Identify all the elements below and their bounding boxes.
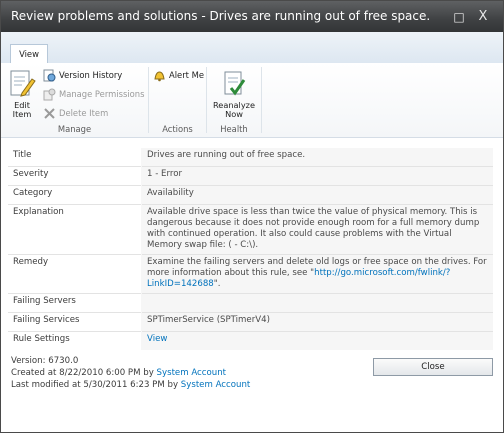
modified-line: Last modified at 5/30/2011 6:23 PM by Sy… bbox=[11, 379, 250, 391]
failing-services-value: SPTimerService (SPTimerV4) bbox=[141, 312, 493, 332]
close-button[interactable]: Close bbox=[373, 358, 493, 376]
delete-item-button[interactable]: Delete Item bbox=[43, 105, 108, 121]
item-metadata: Version: 6730.0 Created at 8/22/2010 6:0… bbox=[11, 355, 250, 391]
dialog-window: Review problems and solutions - Drives a… bbox=[0, 0, 504, 433]
group-separator bbox=[261, 67, 262, 133]
group-label-actions: Actions bbox=[162, 124, 193, 134]
version-text: Version: 6730.0 bbox=[11, 356, 79, 366]
manage-permissions-label: Manage Permissions bbox=[59, 89, 145, 99]
created-line: Created at 8/22/2010 6:00 PM by System A… bbox=[11, 367, 250, 379]
version-history-icon bbox=[43, 69, 56, 82]
reanalyze-label-2: Now bbox=[225, 109, 243, 119]
ribbon-tab-strip: View bbox=[1, 32, 503, 64]
title-bar: Review problems and solutions - Drives a… bbox=[1, 1, 503, 32]
field-label: Explanation bbox=[8, 204, 142, 255]
ribbon-group-manage: Edit Item Version History Manage Permiss… bbox=[1, 63, 148, 137]
field-label: Severity bbox=[8, 166, 142, 186]
severity-value: 1 - Error bbox=[141, 166, 493, 186]
edit-item-button[interactable]: Edit Item bbox=[5, 69, 39, 119]
rule-settings-value: View bbox=[141, 331, 493, 350]
permissions-icon bbox=[43, 88, 56, 101]
ribbon-group-actions: Alert Me Actions bbox=[149, 63, 206, 137]
manage-permissions-button[interactable]: Manage Permissions bbox=[43, 86, 144, 102]
table-row: Title Drives are running out of free spa… bbox=[8, 148, 493, 167]
failing-servers-value bbox=[141, 293, 493, 313]
delete-icon bbox=[44, 108, 55, 119]
reanalyze-now-button[interactable]: Reanalyze Now bbox=[211, 69, 257, 119]
table-row: Failing Services SPTimerService (SPTimer… bbox=[8, 312, 493, 332]
remedy-suffix: ". bbox=[213, 279, 221, 289]
delete-item-label: Delete Item bbox=[59, 108, 109, 118]
version-history-label: Version History bbox=[59, 70, 123, 80]
dialog-title: Review problems and solutions - Drives a… bbox=[11, 9, 431, 23]
explanation-value: Available drive space is less than twice… bbox=[141, 204, 493, 255]
alert-me-button[interactable]: Alert Me bbox=[153, 67, 204, 83]
field-label: Title bbox=[13, 150, 32, 160]
table-row: Explanation Available drive space is les… bbox=[8, 204, 493, 255]
table-row: Failing Servers bbox=[8, 293, 493, 313]
field-label: Failing Services bbox=[8, 312, 142, 332]
group-label-manage: Manage bbox=[57, 124, 92, 134]
rule-settings-view-link[interactable]: View bbox=[147, 334, 167, 344]
group-label-health: Health bbox=[220, 124, 248, 134]
close-icon[interactable]: X bbox=[473, 7, 493, 27]
ribbon-group-health: Reanalyze Now Health bbox=[207, 63, 261, 137]
field-label: Failing Servers bbox=[8, 293, 142, 313]
version-history-button[interactable]: Version History bbox=[43, 67, 122, 83]
reanalyze-icon bbox=[224, 71, 246, 96]
table-row: Rule Settings View bbox=[8, 331, 493, 350]
remedy-value: Examine the failing servers and delete o… bbox=[141, 254, 493, 294]
table-row: Remedy Examine the failing servers and d… bbox=[8, 254, 493, 294]
table-row: Category Availability bbox=[8, 185, 493, 205]
edit-icon bbox=[10, 70, 36, 97]
tab-view[interactable]: View bbox=[10, 44, 48, 64]
field-label: Remedy bbox=[8, 254, 142, 294]
modified-by-link[interactable]: System Account bbox=[181, 380, 250, 390]
edit-item-label-2: Item bbox=[12, 109, 32, 119]
field-label: Category bbox=[8, 185, 142, 205]
alert-me-label: Alert Me bbox=[169, 70, 204, 80]
properties-table: Title Drives are running out of free spa… bbox=[8, 148, 493, 350]
maximize-icon[interactable]: □ bbox=[449, 7, 469, 27]
title-value: Drives are running out of free space. bbox=[141, 148, 493, 167]
created-by-link[interactable]: System Account bbox=[157, 368, 226, 378]
field-label: Rule Settings bbox=[8, 331, 142, 350]
category-value: Availability bbox=[141, 185, 493, 205]
ribbon: Edit Item Version History Manage Permiss… bbox=[1, 63, 503, 138]
created-text: Created at 8/22/2010 6:00 PM by bbox=[11, 368, 154, 378]
modified-text: Last modified at 5/30/2011 6:23 PM by bbox=[11, 380, 179, 390]
alert-icon bbox=[154, 71, 165, 82]
table-row: Severity 1 - Error bbox=[8, 166, 493, 186]
